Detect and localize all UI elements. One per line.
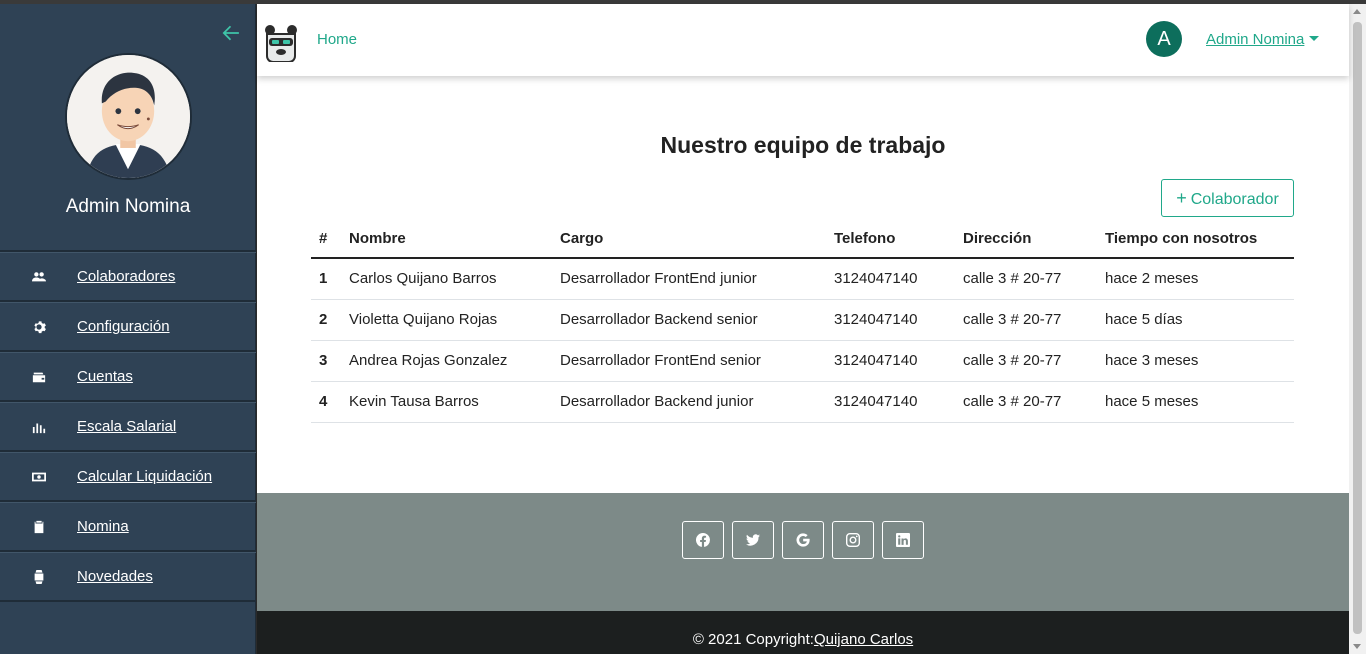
- table-cell: Andrea Rojas Gonzalez: [341, 340, 552, 382]
- sidebar-item-label: Colaboradores: [77, 268, 176, 285]
- footer-social: [257, 493, 1349, 611]
- table-cell: calle 3 # 20-77: [955, 299, 1097, 341]
- table-row: 2 Violetta Quijano Rojas Desarrollador B…: [311, 299, 1294, 341]
- facebook-button[interactable]: [682, 521, 724, 559]
- table-cell: Desarrollador Backend junior: [552, 381, 826, 423]
- linkedin-icon: [896, 533, 910, 547]
- table-cell: Desarrollador FrontEnd senior: [552, 340, 826, 382]
- table-cell: 3124047140: [826, 340, 955, 382]
- sidebar-item-nomina[interactable]: Nomina: [0, 502, 256, 552]
- column-header: #: [311, 220, 341, 259]
- nav-home-link[interactable]: Home: [317, 31, 357, 48]
- table-row: 4 Kevin Tausa Barros Desarrollador Backe…: [311, 381, 1294, 423]
- clipboard-icon: [30, 518, 48, 536]
- table-cell: 3124047140: [826, 258, 955, 300]
- sidebar-item-label: Nomina: [77, 518, 129, 535]
- table-cell: hace 3 meses: [1097, 340, 1294, 382]
- user-avatar[interactable]: A: [1146, 21, 1182, 57]
- money-icon: [30, 468, 48, 486]
- twitter-icon: [746, 534, 760, 546]
- google-icon: [796, 533, 810, 547]
- user-menu-dropdown[interactable]: Admin Nomina: [1206, 31, 1320, 48]
- wallet-icon: [30, 368, 48, 386]
- copyright-text: © 2021 Copyright:: [692, 631, 814, 648]
- table-cell: Carlos Quijano Barros: [341, 258, 552, 300]
- collapse-sidebar-arrow-icon[interactable]: [220, 22, 242, 44]
- page-title: Nuestro equipo de trabajo: [660, 132, 946, 158]
- table-cell: calle 3 # 20-77: [955, 340, 1097, 382]
- table-cell: Desarrollador Backend senior: [552, 299, 826, 341]
- top-navbar: Home A Admin Nomina: [257, 4, 1349, 76]
- scroll-down-arrow-icon[interactable]: [1353, 644, 1361, 649]
- scroll-up-arrow-icon[interactable]: [1353, 9, 1361, 14]
- add-colaborador-label: Colaborador: [1190, 191, 1279, 208]
- facebook-icon: [696, 533, 710, 547]
- table-cell: calle 3 # 20-77: [955, 258, 1097, 300]
- profile-avatar: [65, 53, 192, 180]
- table-cell: hace 2 meses: [1097, 258, 1294, 300]
- table-row: 3 Andrea Rojas Gonzalez Desarrollador Fr…: [311, 340, 1294, 382]
- table-cell: Desarrollador FrontEnd junior: [552, 258, 826, 300]
- sidebar-menu: Colaboradores Configuración Cuentas Esca…: [0, 252, 256, 602]
- scroll-thumb[interactable]: [1353, 22, 1362, 634]
- table-cell: hace 5 meses: [1097, 381, 1294, 423]
- column-header: Nombre: [341, 220, 552, 259]
- user-menu-label: Admin Nomina: [1206, 31, 1305, 48]
- panda-logo-icon[interactable]: [263, 24, 299, 63]
- plus-icon: +: [1176, 188, 1187, 208]
- sidebar-item-label: Cuentas: [77, 368, 133, 385]
- table-cell: 3: [311, 340, 341, 382]
- table-cell: 3124047140: [826, 299, 955, 341]
- sidebar-item-colaboradores[interactable]: Colaboradores: [0, 252, 256, 302]
- linkedin-button[interactable]: [882, 521, 924, 559]
- table-cell: 4: [311, 381, 341, 423]
- table-cell: hace 5 días: [1097, 299, 1294, 341]
- table-cell: Kevin Tausa Barros: [341, 381, 552, 423]
- sidebar-item-configuracion[interactable]: Configuración: [0, 302, 256, 352]
- twitter-button[interactable]: [732, 521, 774, 559]
- sidebar-item-calcular-liquidacion[interactable]: Calcular Liquidación: [0, 452, 256, 502]
- footer-copyright: © 2021 Copyright:Quijano Carlos: [257, 611, 1349, 654]
- column-header: Cargo: [552, 220, 826, 259]
- sidebar-item-label: Escala Salarial: [77, 418, 177, 435]
- table-cell: calle 3 # 20-77: [955, 381, 1097, 423]
- table-cell: 2: [311, 299, 341, 341]
- social-links: [682, 521, 924, 559]
- watch-icon: [30, 568, 48, 586]
- sidebar-item-novedades[interactable]: Novedades: [0, 552, 256, 602]
- table-row: 1 Carlos Quijano Barros Desarrollador Fr…: [311, 258, 1294, 300]
- table-header-row: # Nombre Cargo Telefono Dirección Tiempo…: [311, 220, 1294, 259]
- table-cell: 1: [311, 258, 341, 300]
- column-header: Dirección: [955, 220, 1097, 259]
- instagram-icon: [846, 533, 860, 547]
- team-table: # Nombre Cargo Telefono Dirección Tiempo…: [311, 220, 1294, 423]
- vertical-scrollbar[interactable]: [1349, 4, 1366, 654]
- sidebar-item-escala-salarial[interactable]: Escala Salarial: [0, 402, 256, 452]
- sidebar-user-name: Admin Nomina: [65, 196, 191, 217]
- sidebar: Admin Nomina Colaboradores Configuración…: [0, 4, 256, 654]
- bar-chart-icon: [30, 418, 48, 436]
- main-content: Home A Admin Nomina Nuestro equipo de tr…: [257, 4, 1349, 654]
- column-header: Telefono: [826, 220, 955, 259]
- sidebar-item-cuentas[interactable]: Cuentas: [0, 352, 256, 402]
- table-cell: Violetta Quijano Rojas: [341, 299, 552, 341]
- sidebar-item-label: Novedades: [77, 568, 153, 585]
- gear-icon: [30, 318, 48, 336]
- column-header: Tiempo con nosotros: [1097, 220, 1294, 259]
- sidebar-item-label: Calcular Liquidación: [77, 468, 213, 485]
- table-cell: 3124047140: [826, 381, 955, 423]
- add-colaborador-button[interactable]: + Colaborador: [1161, 179, 1294, 217]
- users-icon: [30, 268, 48, 286]
- sidebar-item-label: Configuración: [77, 318, 170, 335]
- copyright-author-link[interactable]: Quijano Carlos: [814, 631, 913, 648]
- google-button[interactable]: [782, 521, 824, 559]
- caret-down-icon: [1309, 36, 1320, 41]
- instagram-button[interactable]: [832, 521, 874, 559]
